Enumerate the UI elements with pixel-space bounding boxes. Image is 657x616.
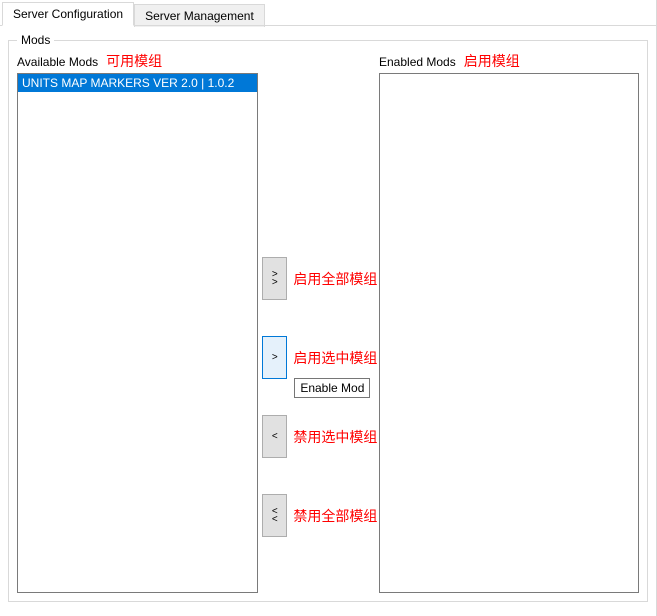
available-mods-label: Available Mods	[17, 55, 98, 69]
chevron-right-icon: >	[272, 354, 278, 362]
disable-all-annotation: 禁用全部模组	[293, 506, 377, 526]
tab-content: Mods Available Mods 可用模组 UNITS MAP MARKE…	[0, 26, 656, 610]
mods-fieldset: Mods Available Mods 可用模组 UNITS MAP MARKE…	[8, 40, 648, 602]
fieldset-legend: Mods	[17, 33, 54, 47]
chevron-left-icon: <	[272, 516, 278, 524]
chevron-left-icon: <	[272, 433, 278, 441]
enabled-mods-annotation: 启用模组	[464, 51, 520, 71]
disable-selected-button[interactable]: <	[262, 415, 287, 458]
enable-mod-tooltip: Enable Mod	[294, 378, 370, 398]
disable-selected-annotation: 禁用选中模组	[293, 427, 377, 447]
tabs-container: Server Configuration Server Management M…	[0, 0, 657, 616]
enabled-mods-listbox[interactable]	[379, 73, 639, 593]
available-mods-annotation: 可用模组	[106, 51, 162, 71]
tab-server-management[interactable]: Server Management	[134, 4, 265, 27]
disable-all-button[interactable]: < <	[262, 494, 287, 537]
list-item[interactable]: UNITS MAP MARKERS VER 2.0 | 1.0.2	[18, 74, 257, 92]
chevron-right-icon: >	[272, 279, 278, 287]
available-mods-column: Available Mods 可用模组 UNITS MAP MARKERS VE…	[17, 51, 258, 593]
available-mods-listbox[interactable]: UNITS MAP MARKERS VER 2.0 | 1.0.2	[17, 73, 258, 593]
enabled-mods-label: Enabled Mods	[379, 55, 456, 69]
tab-header: Server Configuration Server Management	[0, 0, 656, 26]
enable-all-button[interactable]: > >	[262, 257, 287, 300]
tab-server-configuration[interactable]: Server Configuration	[2, 2, 134, 26]
enable-selected-annotation: 启用选中模组	[293, 348, 377, 368]
enable-all-annotation: 启用全部模组	[293, 269, 377, 289]
enable-selected-button[interactable]: >	[262, 336, 287, 379]
